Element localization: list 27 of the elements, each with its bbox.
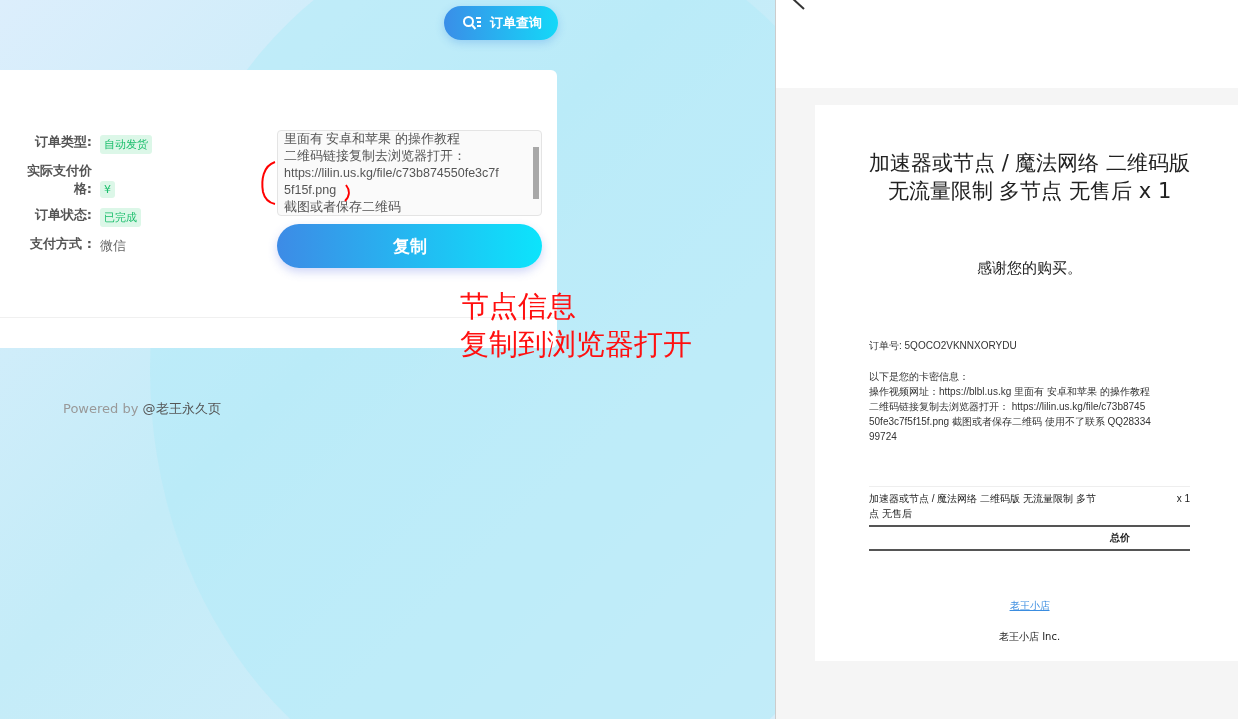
total-label: 总价	[1110, 531, 1131, 545]
receipt-title: 加速器或节点 / 魔法网络 二维码版 无流量限制 多节点 无售后 x 1	[869, 150, 1191, 205]
field-label: 订单类型:	[33, 133, 92, 151]
bracket-mark	[344, 184, 352, 202]
status-tag: ¥	[100, 181, 115, 198]
status-tag: 自动发货	[100, 135, 152, 154]
field-value: 微信	[100, 238, 126, 253]
copy-button[interactable]: 复制	[277, 224, 542, 268]
info-heading: 以下是您的卡密信息：	[869, 370, 970, 384]
item-quantity: x 1	[1176, 492, 1191, 506]
order-query-button[interactable]: 订单查询	[444, 6, 558, 40]
status-tag: 已完成	[100, 208, 141, 227]
search-list-icon	[462, 15, 482, 31]
company-text: 老王小店 Inc.	[998, 630, 1061, 644]
annotation-text: 节点信息	[460, 288, 577, 325]
field-label: 订单状态:	[33, 206, 92, 224]
item-name: 加速器或节点 / 魔法网络 二维码版 无流量限制 多节 点 无售后	[869, 492, 1097, 521]
order-number: 订单号: 5QOCO2VKNNXORYDU	[869, 339, 1018, 353]
thanks-text: 感谢您的购买。	[977, 259, 1083, 278]
field-label: 实际支付价格:	[26, 162, 92, 198]
shop-link[interactable]: 老王小店	[1009, 599, 1050, 613]
powered-by-text: Powered by @老王永久页	[63, 400, 222, 418]
field-label: 支付方式 :	[29, 235, 92, 253]
bracket-mark	[260, 160, 278, 206]
card-info-text: 操作视频网址：https://blbl.us.kg 里面有 安卓和苹果 的操作教程 二维码链接复制去浏览器打开： https://lilin.us.kg/file/c73b8745 50fe3c7f5f15f.png 截图或者保存二维码 使用不了联系 QQ28334 99724	[869, 385, 1152, 444]
card-text-field[interactable]: 里面有 安卓和苹果 的操作教程 二维码链接复制去浏览器打开： https://lilin.us.kg/file/c73b874550fe3c7f 5f15f.png 截图或者保存二维码	[277, 130, 542, 216]
annotation-text: 复制到浏览器打开	[460, 326, 692, 363]
